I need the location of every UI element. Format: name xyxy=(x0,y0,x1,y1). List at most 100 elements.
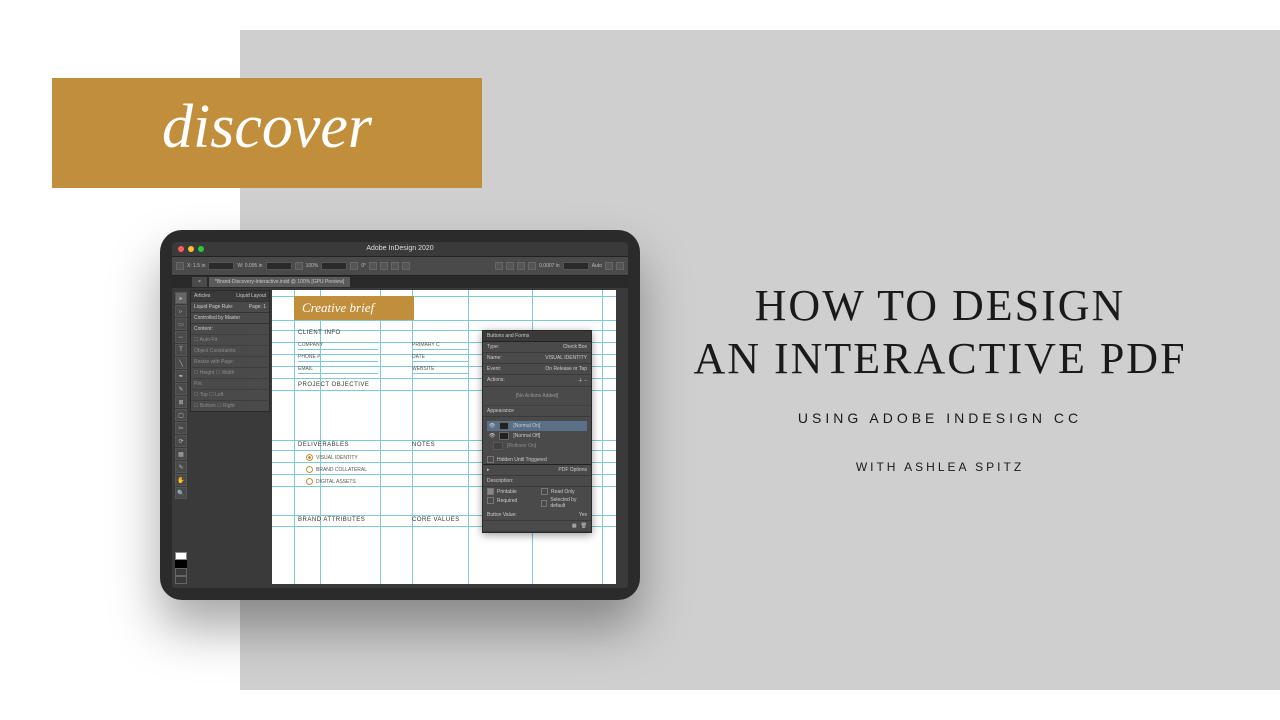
w-input[interactable] xyxy=(266,262,292,270)
type-tool-icon[interactable]: T xyxy=(175,344,187,356)
button-value-input[interactable]: Yes xyxy=(579,512,587,518)
align-icon[interactable] xyxy=(506,262,514,270)
rot-field[interactable]: 0° xyxy=(361,263,366,269)
title-line1: HOW TO DESIGN xyxy=(660,280,1220,333)
creative-brief-banner[interactable]: Creative brief xyxy=(294,296,414,320)
pdf-options-label[interactable]: PDF Options xyxy=(558,467,587,473)
scissors-icon[interactable]: ✂ xyxy=(175,422,187,434)
document-tabs[interactable]: × *Brand-Discovery-Interactive.indd @ 10… xyxy=(172,276,628,288)
opacity-field[interactable]: 0.0007 in xyxy=(539,263,560,269)
readonly-check[interactable]: Read Only xyxy=(537,487,591,496)
direct-select-icon[interactable]: ▹ xyxy=(175,305,187,317)
banner-word: discover xyxy=(162,92,372,163)
stroke-icon[interactable] xyxy=(391,262,399,270)
no-actions-label: [No Actions Added] xyxy=(483,387,591,406)
view-mode-icon[interactable] xyxy=(175,576,187,584)
doc-tab-1[interactable]: × xyxy=(192,277,207,287)
default-swatch-icon[interactable] xyxy=(175,568,187,576)
printable-check[interactable]: Printable xyxy=(483,487,537,496)
page-tool-icon[interactable]: ▭ xyxy=(175,318,187,330)
grid-icon[interactable] xyxy=(616,262,624,270)
autofit-check[interactable]: Auto-Fit xyxy=(200,337,218,343)
x-field[interactable]: X: 1.5 in xyxy=(187,263,205,269)
description-label: Description: xyxy=(483,476,591,487)
reference-point-icon[interactable] xyxy=(176,262,184,270)
liquid-tab[interactable]: Liquid Layout xyxy=(236,293,266,299)
objective-heading: PROJECT OBJECTIVE xyxy=(298,382,369,388)
fill-stroke-swatches[interactable] xyxy=(174,552,188,584)
panel-title[interactable]: Buttons and Forms xyxy=(483,331,591,342)
align-icon[interactable] xyxy=(517,262,525,270)
website-field[interactable]: WEBSITE xyxy=(412,366,468,374)
rectangle-tool-icon[interactable]: ▢ xyxy=(175,409,187,421)
indesign-app: Adobe InDesign 2020 X: 1.5 in W: 0.095 i… xyxy=(172,242,628,588)
rule-dropdown[interactable]: Controlled by Master xyxy=(191,312,269,323)
fill-icon[interactable] xyxy=(402,262,410,270)
gradient-icon[interactable]: ▦ xyxy=(175,448,187,460)
w-field[interactable]: W: 0.095 in xyxy=(237,263,262,269)
creative-brief-label: Creative brief xyxy=(302,300,374,316)
convert-icon[interactable]: ▦ xyxy=(572,523,577,529)
distribute-icon[interactable] xyxy=(528,262,536,270)
type-dropdown[interactable]: Check Box xyxy=(563,344,587,350)
title-block: HOW TO DESIGN AN INTERACTIVE PDF USING A… xyxy=(660,280,1220,474)
brand-collateral-radio[interactable]: BRAND COLLATERAL xyxy=(306,466,367,473)
hand-tool-icon[interactable]: ✋ xyxy=(175,474,187,486)
primary-field[interactable]: PRIMARY C xyxy=(412,342,468,350)
resize-label: Resize with Page: xyxy=(191,356,269,367)
link-icon[interactable] xyxy=(295,262,303,270)
digital-assets-radio[interactable]: DIGITAL ASSETS xyxy=(306,478,356,485)
line-tool-icon[interactable]: ╲ xyxy=(175,357,187,369)
pen-tool-icon[interactable]: ✒ xyxy=(175,370,187,382)
eyedropper-icon[interactable]: ✎ xyxy=(175,461,187,473)
required-check[interactable]: Required xyxy=(483,496,537,505)
appearance-label: Appearance xyxy=(483,406,591,417)
state-normal-on[interactable]: 👁[Normal On] xyxy=(487,421,587,431)
brand-attributes-heading: BRAND ATTRIBUTES xyxy=(298,517,365,523)
x-input[interactable] xyxy=(208,262,234,270)
doc-tab-active[interactable]: *Brand-Discovery-Interactive.indd @ 100%… xyxy=(209,277,350,287)
event-dropdown[interactable]: On Release or Tap xyxy=(545,366,587,372)
visual-identity-radio[interactable]: VISUAL IDENTITY xyxy=(306,454,358,461)
scale-field[interactable]: 100% xyxy=(306,263,319,269)
scale-input[interactable] xyxy=(321,262,347,270)
document-canvas[interactable]: Creative brief CLIENT INFO COMPANY PRIMA… xyxy=(272,290,616,584)
tablet-mockup: Adobe InDesign 2020 X: 1.5 in W: 0.095 i… xyxy=(160,230,640,600)
auto-label[interactable]: Auto xyxy=(592,263,602,269)
hidden-check[interactable]: Hidden Until Triggered xyxy=(483,455,591,464)
content-label: Content: xyxy=(191,323,269,334)
selection-tool-icon[interactable]: ▸ xyxy=(175,292,187,304)
phone-field[interactable]: PHONE # xyxy=(298,354,378,362)
grid-icon[interactable] xyxy=(605,262,613,270)
tools-panel[interactable]: ▸ ▹ ▭ ↔ T ╲ ✒ ✎ ⊠ ▢ ✂ ⟳ ▦ ✎ ✋ 🔍 xyxy=(174,290,188,501)
state-normal-off[interactable]: 👁[Normal Off] xyxy=(487,431,587,441)
articles-tab[interactable]: Articles xyxy=(194,293,210,299)
name-input[interactable]: VISUAL IDENTITY xyxy=(545,355,587,361)
buttons-and-forms-panel[interactable]: Buttons and Forms Type:Check Box Name:VI… xyxy=(482,330,592,533)
deliverables-heading: DELIVERABLES xyxy=(298,442,349,448)
date-field[interactable]: DATE xyxy=(412,354,468,362)
transform-icon[interactable]: ⟳ xyxy=(175,435,187,447)
zoom-tool-icon[interactable]: 🔍 xyxy=(175,487,187,499)
selected-check[interactable]: Selected by default xyxy=(537,496,591,510)
company-field[interactable]: COMPANY xyxy=(298,342,378,350)
pencil-tool-icon[interactable]: ✎ xyxy=(175,383,187,395)
notes-heading: NOTES xyxy=(412,442,435,448)
pin-label: Pin: xyxy=(191,378,269,389)
control-bar[interactable]: X: 1.5 in W: 0.095 in 100% 0° 0.0007 in … xyxy=(172,256,628,276)
fill-swatch[interactable] xyxy=(175,552,187,560)
liquid-layout-panel[interactable]: ArticlesLiquid Layout Liquid Page Rule: … xyxy=(190,290,270,412)
align-icon[interactable] xyxy=(495,262,503,270)
opacity-input[interactable] xyxy=(563,262,589,270)
flip-h-icon[interactable] xyxy=(369,262,377,270)
stroke-swatch[interactable] xyxy=(175,560,187,568)
trash-icon[interactable]: 🗑 xyxy=(581,523,587,529)
client-info-heading: CLIENT INFO xyxy=(298,330,341,336)
email-field[interactable]: EMAIL xyxy=(298,366,378,374)
gap-tool-icon[interactable]: ↔ xyxy=(175,331,187,343)
state-rollover-on[interactable]: [Rollover On] xyxy=(487,441,587,451)
byline: WITH ASHLEA SPITZ xyxy=(660,460,1220,474)
rectangle-frame-icon[interactable]: ⊠ xyxy=(175,396,187,408)
rotate-icon[interactable] xyxy=(350,262,358,270)
flip-v-icon[interactable] xyxy=(380,262,388,270)
